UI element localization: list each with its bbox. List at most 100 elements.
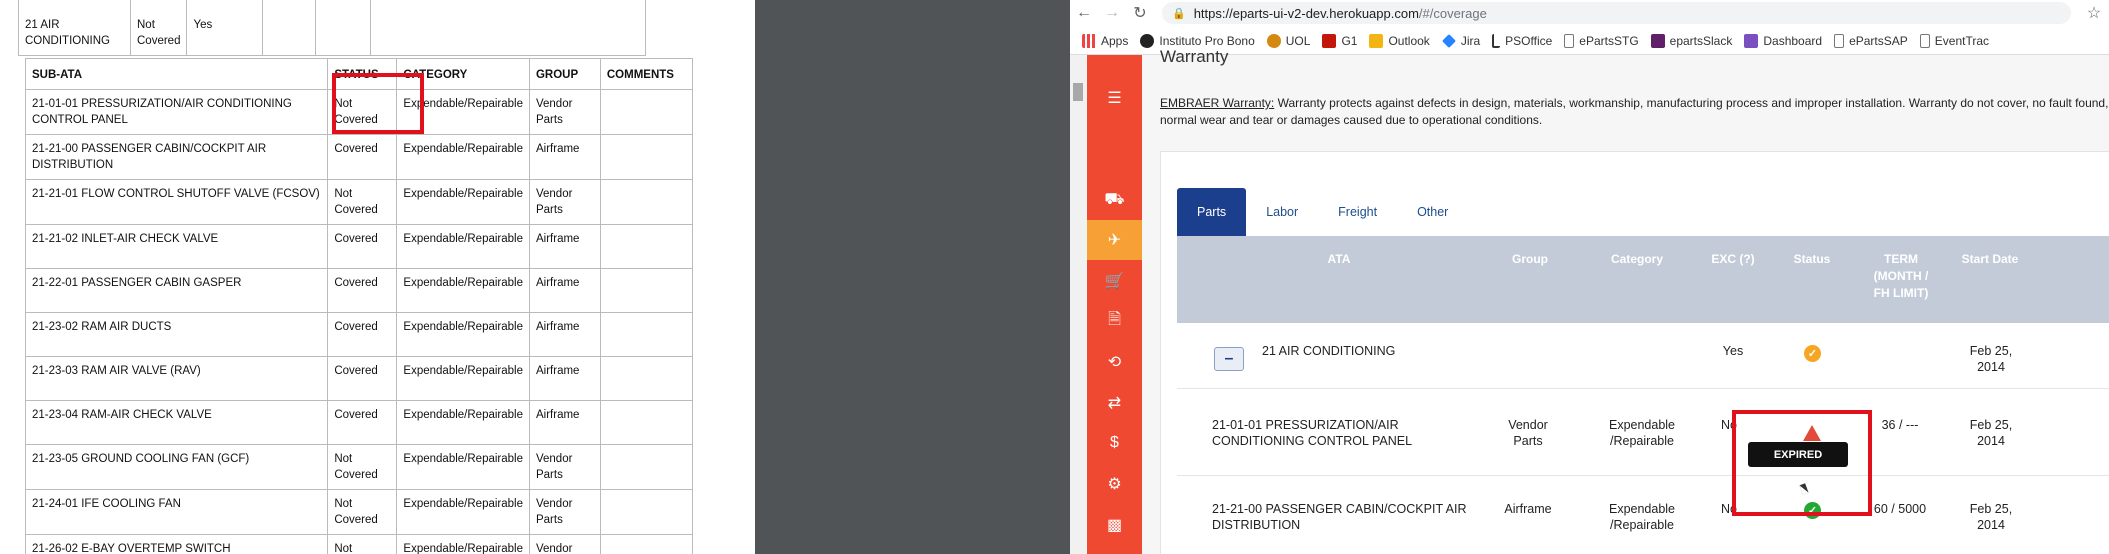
category-cell: Expendable/Repairable bbox=[396, 489, 530, 535]
col-ata: ATA bbox=[1327, 252, 1351, 266]
comments-cell bbox=[599, 224, 694, 269]
sub-ata-row: 21-01-01 PRESSURIZATION/AIR CONDITIONING… bbox=[24, 89, 694, 135]
row-term: 36 / --- bbox=[1881, 418, 1919, 432]
row-group: Airframe bbox=[1504, 502, 1552, 516]
browser-window: ← → ↻ 🔒 https://eparts-ui-v2-dev.herokua… bbox=[1070, 0, 2109, 554]
sub-ata-cell: 21-26-02 E-BAY OVERTEMP SWITCH bbox=[24, 534, 329, 554]
bookmark-label: epartsSlack bbox=[1669, 33, 1733, 48]
expired-status-icon[interactable] bbox=[1803, 425, 1821, 441]
bookmark-epartsstg[interactable]: ePartsSTG bbox=[1564, 33, 1639, 48]
col-term: TERM (MONTH / FH LIMIT) bbox=[1873, 252, 1929, 300]
summary-exc: Yes bbox=[186, 0, 264, 56]
reload-icon[interactable]: ↻ bbox=[1126, 0, 1154, 26]
airplane-icon[interactable]: ✈ bbox=[1087, 220, 1142, 260]
category-cell: Expendable/Repairable bbox=[396, 534, 530, 554]
row-term: 60 / 5000 bbox=[1873, 502, 1927, 516]
outlook-icon bbox=[1369, 33, 1384, 48]
return-box-icon[interactable]: ⟲ bbox=[1087, 342, 1142, 382]
summary-status: Not Covered bbox=[129, 0, 188, 56]
bookmark-jira[interactable]: Jira bbox=[1441, 33, 1480, 48]
bar-chart-icon[interactable]: ▩ bbox=[1087, 505, 1142, 545]
bookmark-uol[interactable]: UOL bbox=[1266, 33, 1311, 48]
sub-ata-row: 21-21-02 INLET-AIR CHECK VALVE Covered Exp… bbox=[24, 224, 694, 269]
collapse-minus-button[interactable]: – bbox=[1214, 347, 1244, 371]
col-category: CATEGORY bbox=[396, 58, 530, 90]
settings-gears-icon[interactable]: ⚙ bbox=[1087, 464, 1142, 504]
col-status: STATUS bbox=[327, 58, 398, 90]
comments-cell bbox=[599, 134, 694, 180]
row-start-date: Feb 25, 2014 bbox=[1969, 502, 2013, 532]
group-cell: Airframe bbox=[528, 312, 601, 357]
bookmark-label: G1 bbox=[1341, 33, 1358, 48]
bookmark-label: UOL bbox=[1285, 33, 1311, 48]
page-icon bbox=[1919, 33, 1930, 48]
bookmark-instituto-pro-bono[interactable]: Instituto Pro Bono bbox=[1140, 33, 1255, 48]
status-cell: Not Covered bbox=[327, 89, 398, 135]
back-arrow-icon[interactable]: ← bbox=[1070, 0, 1098, 26]
menu-hamburger-icon[interactable]: ☰ bbox=[1087, 78, 1142, 118]
row-category: Expendable /Repairable bbox=[1608, 502, 1676, 532]
col-category: Category bbox=[1610, 252, 1663, 266]
forward-arrow-icon[interactable]: → bbox=[1098, 0, 1126, 26]
sub-ata-cell: 21-23-03 RAM AIR VALVE (RAV) bbox=[24, 356, 329, 401]
tab-parts[interactable]: Parts bbox=[1177, 188, 1247, 236]
comments-cell bbox=[599, 356, 694, 401]
group-cell: Vendor bbox=[528, 534, 601, 554]
status-cell: Covered bbox=[327, 268, 398, 313]
bookmark-epartssap[interactable]: ePartsSAP bbox=[1834, 33, 1908, 48]
col-group: Group bbox=[1512, 252, 1548, 266]
truck-icon[interactable]: ⛟ bbox=[1087, 180, 1142, 220]
cart-icon[interactable]: 🛒 bbox=[1087, 261, 1142, 301]
bookmark-star-icon[interactable]: ☆ bbox=[2079, 3, 2109, 23]
group-cell: Vendor Parts bbox=[528, 89, 601, 135]
sub-ata-cell: 21-24-01 IFE COOLING FAN bbox=[24, 489, 329, 535]
bookmark-apps[interactable]: Apps bbox=[1082, 33, 1128, 48]
tab-labor[interactable]: Labor bbox=[1246, 188, 1318, 236]
sub-ata-cell: 21-23-05 GROUND COOLING FAN (GCF) bbox=[24, 444, 329, 490]
bookmark-eventtrac[interactable]: EventTrac bbox=[1919, 33, 1989, 48]
sub-ata-row: 21-23-03 RAM AIR VALVE (RAV) Covered Expen… bbox=[24, 356, 694, 401]
sub-ata-cell: 21-23-02 RAM AIR DUCTS bbox=[24, 312, 329, 357]
exchange-gear-icon[interactable]: ⇄ bbox=[1087, 383, 1142, 423]
status-cell: Covered bbox=[327, 224, 398, 269]
comments-cell bbox=[599, 400, 694, 445]
category-cell: Expendable/Repairable bbox=[396, 224, 530, 269]
dollar-icon[interactable]: $ bbox=[1087, 423, 1142, 463]
bookmark-dashboard[interactable]: Dashboard bbox=[1744, 33, 1822, 48]
sub-ata-cell: 21-01-01 PRESSURIZATION/AIR CONDITIONING… bbox=[24, 89, 329, 135]
page-icon bbox=[1834, 33, 1845, 48]
jira-icon bbox=[1441, 33, 1456, 48]
apps-grid-icon bbox=[1082, 33, 1096, 48]
status-tooltip: EXPIRED bbox=[1748, 442, 1848, 467]
window-gap bbox=[755, 0, 1070, 554]
url-path: /#/coverage bbox=[1418, 5, 1487, 21]
scrollbar-thumb[interactable] bbox=[1073, 83, 1083, 101]
address-bar-row: ← → ↻ 🔒 https://eparts-ui-v2-dev.herokua… bbox=[1070, 0, 2109, 26]
bookmark-psoffice[interactable]: PSOffice bbox=[1492, 33, 1553, 48]
status-cell: Not bbox=[327, 534, 398, 554]
tab-other[interactable]: Other bbox=[1397, 188, 1468, 236]
bookmark-outlook[interactable]: Outlook bbox=[1369, 33, 1430, 48]
sub-ata-row: 21-23-05 GROUND COOLING FAN (GCF) Not Cov… bbox=[24, 444, 694, 490]
bookmark-epartsslack[interactable]: epartsSlack bbox=[1650, 33, 1733, 48]
active-status-check-icon[interactable]: ✓ bbox=[1804, 502, 1821, 519]
status-cell: Covered bbox=[327, 356, 398, 401]
document-icon[interactable]: 🗎 bbox=[1087, 301, 1142, 341]
row-ata: 21-21-00 PASSENGER CABIN/COCKPIT AIR DIS… bbox=[1212, 502, 1467, 532]
bookmark-label: PSOffice bbox=[1505, 33, 1553, 48]
bookmark-label: ePartsSAP bbox=[1849, 33, 1908, 48]
col-exc[interactable]: EXC (?) bbox=[1703, 251, 1763, 268]
url-input[interactable]: 🔒 https://eparts-ui-v2-dev.herokuapp.com… bbox=[1162, 2, 2071, 24]
col-status: Status bbox=[1793, 252, 1831, 266]
summary-empty-2 bbox=[315, 0, 372, 56]
scrollbar[interactable] bbox=[1070, 55, 1086, 554]
url-host: https://eparts-ui-v2-dev.herokuapp.com bbox=[1193, 5, 1419, 21]
partial-status-icon[interactable]: ✓ bbox=[1804, 345, 1821, 362]
group-cell: Airframe bbox=[528, 134, 601, 180]
row-category: Expendable /Repairable bbox=[1608, 418, 1676, 448]
summary-ata: 21 AIR CONDITIONING bbox=[18, 0, 131, 56]
tab-freight[interactable]: Freight bbox=[1318, 188, 1397, 236]
bookmark-g1[interactable]: G1 bbox=[1322, 33, 1358, 48]
table-row-group: – 21 AIR CONDITIONING Yes ✓ Feb 25, 2014 bbox=[1177, 323, 2109, 389]
col-group: GROUP bbox=[528, 58, 601, 90]
